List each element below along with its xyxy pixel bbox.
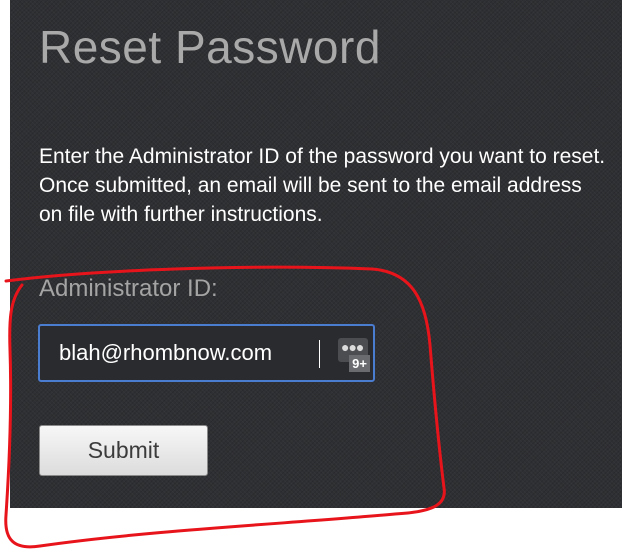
administrator-id-input[interactable] — [40, 326, 322, 380]
administrator-id-field[interactable]: ●●● 9+ — [38, 324, 375, 382]
instructions-text: Enter the Administrator ID of the passwo… — [39, 145, 606, 226]
administrator-id-label: Administrator ID: — [39, 275, 218, 302]
submit-button[interactable]: Submit — [39, 425, 208, 476]
page-title: Reset Password — [39, 21, 381, 73]
ellipsis-icon: ●●● — [341, 339, 364, 355]
screenshot-canvas: Reset Password Enter the Administrator I… — [0, 0, 622, 554]
text-caret — [319, 340, 320, 368]
reset-password-panel: Reset Password Enter the Administrator I… — [10, 0, 622, 508]
password-manager-badge: 9+ — [349, 355, 370, 372]
password-manager-button[interactable]: ●●● 9+ — [338, 338, 370, 372]
